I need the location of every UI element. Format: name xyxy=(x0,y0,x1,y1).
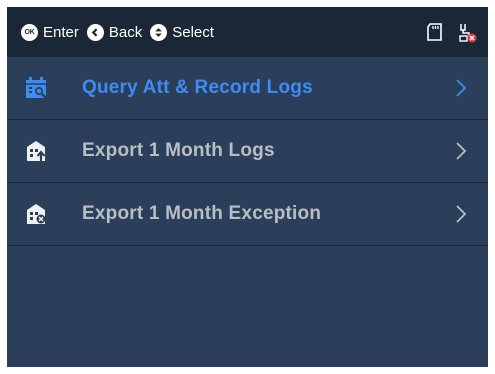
menu-item-export-logs[interactable]: Export 1 Month Logs xyxy=(7,120,488,183)
hint-enter: OK Enter xyxy=(21,23,79,41)
chevron-right-icon xyxy=(456,142,467,160)
menu-item-query-logs[interactable]: Query Att & Record Logs xyxy=(7,57,488,120)
top-bar: OK Enter Back Select xyxy=(7,7,488,57)
select-icon xyxy=(150,23,168,41)
device-screen: OK Enter Back Select Query Att & Record … xyxy=(7,7,488,367)
menu-item-export-exception[interactable]: Export 1 Month Exception xyxy=(7,183,488,246)
hint-enter-label: Enter xyxy=(43,23,79,41)
building-exception-icon xyxy=(27,204,46,224)
menu-item-label: Export 1 Month Exception xyxy=(82,203,322,224)
hint-back-label: Back xyxy=(108,23,143,41)
menu-list: Query Att & Record Logs Export 1 Month L… xyxy=(7,57,488,246)
building-export-icon xyxy=(27,141,46,161)
chevron-right-icon xyxy=(456,79,467,97)
back-icon xyxy=(86,23,104,41)
hint-back: Back xyxy=(86,23,143,41)
sd-card-icon xyxy=(427,23,442,41)
calendar-search-icon xyxy=(26,77,47,99)
menu-item-label: Query Att & Record Logs xyxy=(82,77,313,98)
hint-select: Select xyxy=(150,23,214,41)
network-disconnected-icon xyxy=(459,24,477,43)
menu-item-label: Export 1 Month Logs xyxy=(82,140,275,161)
hint-select-label: Select xyxy=(172,23,214,41)
ok-icon: OK xyxy=(21,23,38,41)
chevron-right-icon xyxy=(456,205,467,223)
